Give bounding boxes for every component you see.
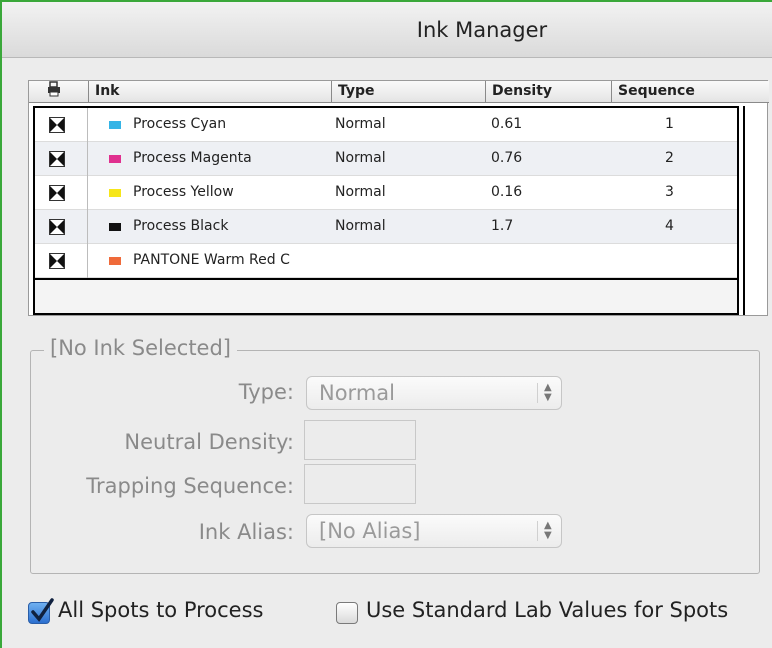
ink-type-cell [335, 244, 485, 278]
type-select-value: Normal [319, 381, 395, 405]
ink-sequence-cell: 3 [665, 184, 674, 200]
table-row[interactable]: Process Black Normal 1.7 4 [35, 210, 737, 244]
all-spots-to-process-checkbox[interactable] [28, 598, 54, 624]
ink-type-cell: Normal [335, 150, 386, 166]
column-header-density[interactable]: Density [486, 81, 612, 103]
ink-density-cell: 0.16 [491, 184, 523, 200]
type-select[interactable]: Normal ▲ ▼ [306, 376, 562, 410]
empty-row [35, 278, 737, 313]
ink-sequence-cell: 4 [665, 218, 674, 234]
stepper-arrows-icon: ▲ ▼ [537, 521, 552, 541]
ink-swatch [109, 155, 121, 163]
vertical-scrollbar[interactable] [743, 106, 765, 315]
trapping-sequence-label: Trapping Sequence: [86, 474, 294, 498]
ink-density-cell: 1.7 [491, 218, 514, 234]
use-standard-lab-label: Use Standard Lab Values for Spots [366, 598, 729, 622]
stepper-arrows-icon: ▲ ▼ [537, 383, 552, 403]
trapping-sequence-field[interactable] [304, 464, 416, 504]
ink-density-cell: 0.76 [491, 150, 523, 166]
process-ink-icon[interactable] [49, 151, 65, 167]
print-all-column-header[interactable] [29, 81, 89, 103]
ink-swatch [109, 121, 121, 129]
ink-name-cell: PANTONE Warm Red C [97, 244, 337, 278]
process-ink-icon[interactable] [49, 219, 65, 235]
ink-swatch [109, 223, 121, 231]
table-row[interactable]: Process Cyan Normal 0.61 1 [35, 108, 737, 142]
ink-name-cell: Process Magenta [97, 142, 337, 176]
column-header-sequence[interactable]: Sequence [612, 81, 738, 103]
checkmark-icon [31, 598, 54, 622]
process-ink-icon[interactable] [49, 117, 65, 133]
dialog-title: Ink Manager [416, 18, 548, 42]
ink-sequence-cell: 2 [665, 150, 674, 166]
use-standard-lab-option[interactable]: Use Standard Lab Values for Spots [336, 598, 766, 632]
table-row[interactable]: PANTONE Warm Red C [35, 244, 737, 278]
process-ink-icon[interactable] [49, 185, 65, 201]
type-label: Type: [238, 380, 294, 404]
ink-name-cell: Process Cyan [97, 108, 337, 142]
all-spots-to-process-label: All Spots to Process [58, 598, 264, 622]
ink-swatch [109, 189, 121, 197]
ink-list-table[interactable]: Ink Type Density Sequence Process Cyan N… [28, 80, 769, 316]
printer-icon [47, 81, 61, 101]
table-row[interactable]: Process Magenta Normal 0.76 2 [35, 142, 737, 176]
neutral-density-label: Neutral Density: [124, 430, 294, 454]
spot-ink-icon[interactable] [49, 253, 65, 269]
ink-swatch [109, 257, 121, 265]
neutral-density-field[interactable] [304, 420, 416, 460]
ink-alias-select[interactable]: [No Alias] ▲ ▼ [306, 514, 562, 548]
ink-rows: Process Cyan Normal 0.61 1 Process Magen… [33, 106, 739, 315]
ink-manager-dialog: Ink Manager Ink Type Density Sequence Pr… [0, 0, 772, 648]
column-header-ink[interactable]: Ink [89, 81, 332, 103]
ink-alias-select-value: [No Alias] [319, 519, 421, 543]
ink-sequence-cell: 1 [665, 116, 674, 132]
table-row[interactable]: Process Yellow Normal 0.16 3 [35, 176, 737, 210]
ink-name-cell: Process Black [97, 210, 337, 244]
title-bar: Ink Manager [2, 2, 772, 58]
ink-name-cell: Process Yellow [97, 176, 337, 210]
ink-sequence-cell [665, 244, 705, 278]
ink-alias-label: Ink Alias: [198, 520, 294, 544]
table-header: Ink Type Density Sequence [29, 81, 769, 103]
group-title: [No Ink Selected] [44, 336, 237, 360]
use-standard-lab-checkbox[interactable] [336, 602, 358, 624]
all-spots-to-process-option[interactable]: All Spots to Process [28, 598, 328, 632]
ink-type-cell: Normal [335, 184, 386, 200]
column-header-type[interactable]: Type [332, 81, 486, 103]
ink-density-cell: 0.61 [491, 116, 523, 132]
ink-type-cell: Normal [335, 116, 386, 132]
ink-type-cell: Normal [335, 218, 386, 234]
ink-density-cell [491, 244, 611, 278]
